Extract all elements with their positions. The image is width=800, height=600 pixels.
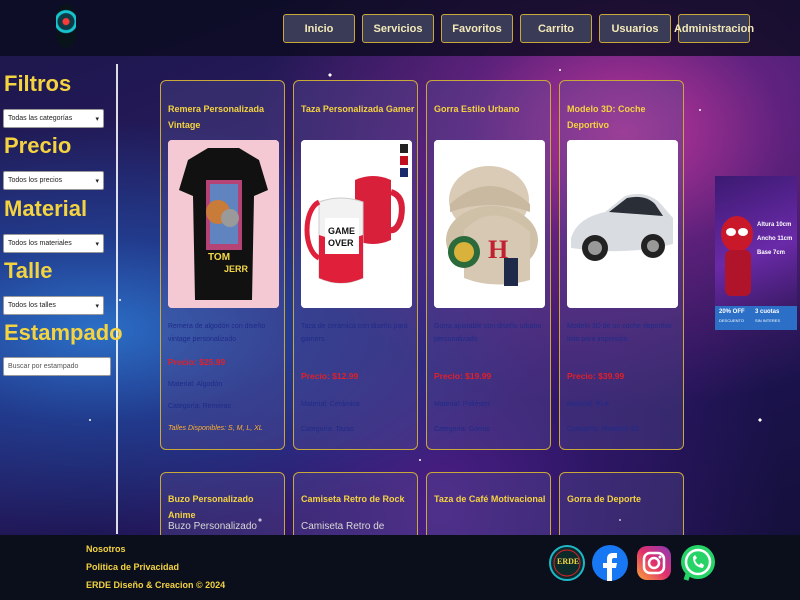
category-select-value: Todas las categorías bbox=[8, 115, 73, 122]
broken-image-alt: Buzo Personalizado bbox=[168, 521, 257, 532]
ad-discount-sub: DESCUENTO bbox=[719, 318, 745, 323]
product-material: Material: PLA bbox=[567, 401, 610, 408]
deadpool-ad-banner[interactable]: Altura 10cm Ancho 11cm Base 7cm 20% OFF … bbox=[715, 176, 797, 330]
product-sizes: Talles Disponibles: S, M, L, XL bbox=[168, 425, 263, 432]
chevron-down-icon: ▾ bbox=[95, 177, 99, 185]
logo[interactable] bbox=[56, 4, 76, 48]
product-category: Categoría: Tazas bbox=[301, 426, 354, 433]
size-select[interactable]: Todos los talles ▾ bbox=[3, 296, 104, 315]
ad-base: Base 7cm bbox=[757, 250, 786, 256]
product-title: Camiseta Retro de Rock bbox=[301, 494, 405, 504]
filter-title-categorias: Filtros bbox=[4, 71, 72, 96]
product-title: Taza de Café Motivacional bbox=[434, 494, 546, 504]
nav-favoritos[interactable]: Favoritos bbox=[441, 14, 513, 43]
footer-link-nosotros[interactable]: Nosotros bbox=[86, 544, 126, 554]
broken-image-alt: Camiseta Retro de bbox=[301, 521, 385, 532]
ad-width: Ancho 11cm bbox=[757, 236, 793, 242]
footer-logo-text: ERDE bbox=[557, 557, 580, 566]
header: Inicio Servicios Favoritos Carrito Usuar… bbox=[0, 0, 800, 56]
tshirt-image[interactable]: TOM JERR bbox=[168, 140, 279, 308]
facebook-icon[interactable] bbox=[590, 540, 630, 586]
nav-usuarios[interactable]: Usuarios bbox=[599, 14, 671, 43]
print-search-input[interactable]: Buscar por estampado bbox=[3, 357, 111, 376]
svg-text:JERR: JERR bbox=[224, 264, 249, 274]
price-select[interactable]: Todos los precios ▾ bbox=[3, 171, 104, 190]
product-card[interactable]: Taza Personalizada Gamer GAME OVER Taza … bbox=[293, 80, 418, 450]
product-description: Gorra ajustable con diseño urbano person… bbox=[434, 323, 542, 343]
mug-image[interactable]: GAME OVER bbox=[301, 140, 412, 308]
ad-height: Altura 10cm bbox=[757, 222, 792, 228]
erde-logo-icon[interactable]: ERDE bbox=[548, 540, 586, 586]
product-card[interactable]: Remera Personalizada Vintage TOM JERR Re… bbox=[160, 80, 285, 450]
instagram-icon[interactable] bbox=[634, 540, 674, 586]
filter-title-material: Material bbox=[4, 196, 88, 221]
category-select[interactable]: Todas las categorías ▾ bbox=[3, 109, 104, 128]
filter-title-talle: Talle bbox=[4, 258, 53, 283]
product-material: Material: Algodón bbox=[168, 381, 223, 388]
product-title: Taza Personalizada Gamer bbox=[301, 104, 415, 114]
main-nav: Inicio Servicios Favoritos Carrito Usuar… bbox=[283, 14, 754, 43]
ad-installments-sub: SIN INTERES bbox=[755, 318, 781, 323]
product-material: Material: Cerámica bbox=[301, 401, 360, 408]
product-material: Material: Poliéster bbox=[434, 401, 491, 408]
cap-image[interactable]: H bbox=[434, 140, 545, 308]
product-category: Categoría: Gorras bbox=[434, 426, 491, 433]
nav-inicio[interactable]: Inicio bbox=[283, 14, 355, 43]
nav-carrito[interactable]: Carrito bbox=[520, 14, 592, 43]
svg-text:OVER: OVER bbox=[328, 238, 354, 248]
whatsapp-icon[interactable] bbox=[678, 540, 718, 586]
product-title: Modelo 3D: Coche Deportivo bbox=[567, 104, 646, 130]
svg-text:GAME: GAME bbox=[328, 226, 355, 236]
product-card[interactable]: Gorra Estilo Urbano H Gorra ajustable co… bbox=[426, 80, 551, 450]
product-title: Buzo Personalizado Anime bbox=[168, 494, 254, 520]
product-price: Precio: $12.99 bbox=[301, 371, 359, 381]
product-category: Categoría: Modelos 3D bbox=[567, 426, 639, 433]
product-card[interactable]: Modelo 3D: Coche Deportivo Modelo 3D de … bbox=[559, 80, 684, 450]
chevron-down-icon: ▾ bbox=[95, 240, 99, 248]
nav-servicios[interactable]: Servicios bbox=[362, 14, 434, 43]
ad-installments: 3 cuotas bbox=[755, 309, 780, 315]
product-description: Modelo 3D de un coche deportivo listo pa… bbox=[567, 323, 672, 343]
nav-administracion[interactable]: Administracion bbox=[674, 14, 754, 43]
footer-copyright: ERDE Diseño & Creacion © 2024 bbox=[86, 580, 226, 590]
product-title: Gorra Estilo Urbano bbox=[434, 104, 520, 114]
product-price: Precio: $39.99 bbox=[567, 371, 625, 381]
product-description: Remera de algodón con diseño vintage per… bbox=[168, 323, 266, 343]
product-price: Precio: $19.99 bbox=[434, 371, 492, 381]
svg-text:TOM: TOM bbox=[208, 252, 230, 263]
filter-sidebar: Filtros Todas las categorías ▾ Precio To… bbox=[0, 64, 123, 534]
size-select-value: Todos los talles bbox=[8, 302, 56, 309]
filter-title-precio: Precio bbox=[4, 133, 72, 158]
material-select[interactable]: Todos los materiales ▾ bbox=[3, 234, 104, 253]
product-description: Taza de cerámica con diseño para gamers. bbox=[301, 323, 408, 343]
material-select-value: Todos los materiales bbox=[8, 240, 72, 247]
product-title: Gorra de Deporte bbox=[567, 494, 642, 504]
car-image[interactable] bbox=[567, 140, 678, 308]
product-category: Categoría: Remeras bbox=[168, 403, 232, 410]
product-price: Precio: $25.99 bbox=[168, 357, 226, 367]
footer-link-privacy[interactable]: Politica de Privacidad bbox=[86, 562, 179, 572]
product-title: Remera Personalizada Vintage bbox=[168, 104, 265, 130]
chevron-down-icon: ▾ bbox=[95, 302, 99, 310]
filter-title-estampado: Estampado bbox=[4, 320, 123, 345]
chevron-down-icon: ▾ bbox=[95, 115, 99, 123]
price-select-value: Todos los precios bbox=[8, 177, 63, 184]
ad-discount: 20% OFF bbox=[719, 309, 745, 315]
